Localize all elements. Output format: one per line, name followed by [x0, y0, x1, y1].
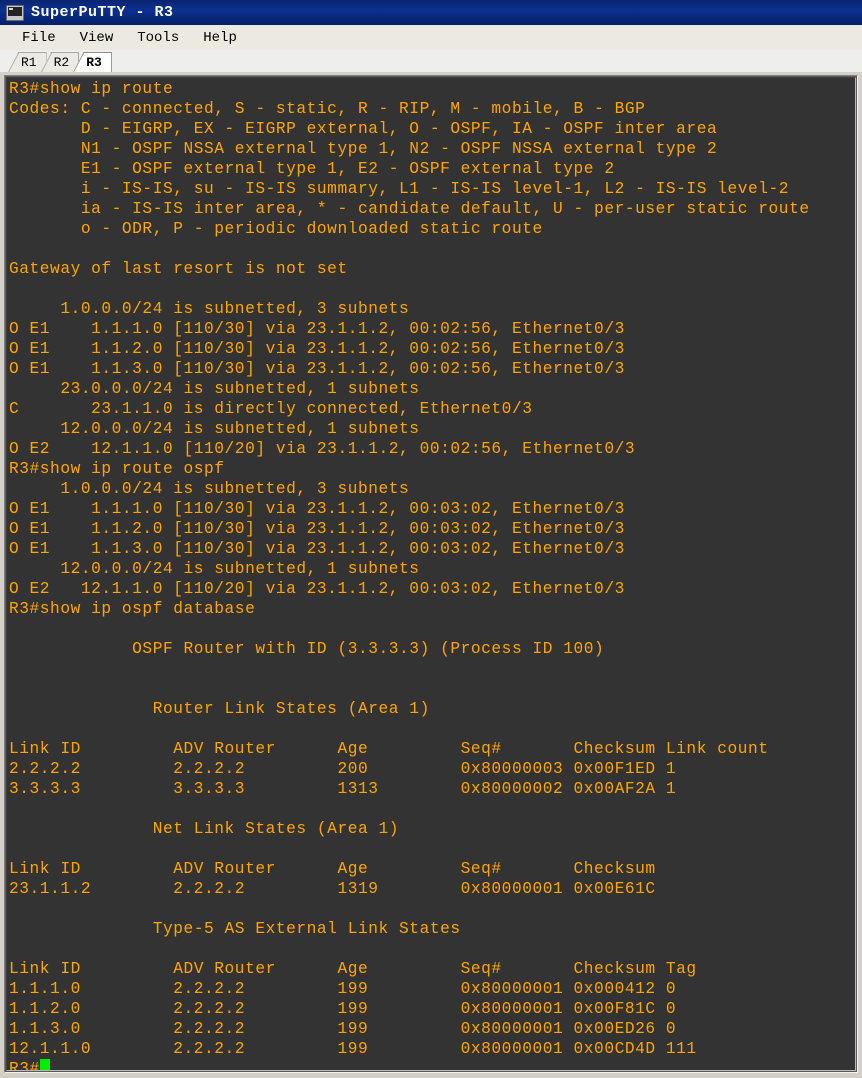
terminal-line: O E1 1.1.1.0 [110/30] via 23.1.1.2, 00:0…: [9, 320, 625, 338]
menu-bar: File View Tools Help: [0, 25, 862, 50]
menu-item-file[interactable]: File: [12, 28, 66, 48]
session-tab-bar: R1 R2 R3: [0, 50, 862, 72]
terminal-line: O E1 1.1.3.0 [110/30] via 23.1.1.2, 00:0…: [9, 540, 625, 558]
terminal-output[interactable]: R3#show ip route Codes: C - connected, S …: [7, 78, 855, 1070]
terminal-line: O E1 1.1.3.0 [110/30] via 23.1.1.2, 00:0…: [9, 360, 625, 378]
terminal-line: 1.1.2.0 2.2.2.2 199 0x80000001 0x00F81C …: [9, 1000, 677, 1018]
terminal-line: R3#show ip route ospf: [9, 460, 225, 478]
terminal-line: Link ID ADV Router Age Seq# Checksum: [9, 860, 656, 878]
menu-item-tools[interactable]: Tools: [127, 28, 189, 48]
terminal-line: 3.3.3.3 3.3.3.3 1313 0x80000002 0x00AF2A…: [9, 780, 677, 798]
terminal-line: o - ODR, P - periodic downloaded static …: [9, 220, 543, 238]
terminal-line: OSPF Router with ID (3.3.3.3) (Process I…: [9, 640, 605, 658]
terminal-line: ia - IS-IS inter area, * - candidate def…: [9, 200, 810, 218]
terminal-line: N1 - OSPF NSSA external type 1, N2 - OSP…: [9, 140, 718, 158]
terminal-line: 23.0.0.0/24 is subnetted, 1 subnets: [9, 380, 420, 398]
terminal-line: Router Link States (Area 1): [9, 700, 430, 718]
terminal-line: 12.1.1.0 2.2.2.2 199 0x80000001 0x00CD4D…: [9, 1040, 697, 1058]
menu-item-view[interactable]: View: [70, 28, 124, 48]
terminal-line: 12.0.0.0/24 is subnetted, 1 subnets: [9, 560, 420, 578]
terminal-line: 1.1.1.0 2.2.2.2 199 0x80000001 0x000412 …: [9, 980, 677, 998]
superputty-window: SuperPuTTY - R3 File View Tools Help R1 …: [0, 0, 862, 1078]
terminal-line: 2.2.2.2 2.2.2.2 200 0x80000003 0x00F1ED …: [9, 760, 677, 778]
terminal-line: Net Link States (Area 1): [9, 820, 400, 838]
window-title: SuperPuTTY - R3: [31, 4, 174, 21]
terminal-prompt: R3#: [9, 1060, 40, 1070]
terminal-line: O E1 1.1.1.0 [110/30] via 23.1.1.2, 00:0…: [9, 500, 625, 518]
terminal-line: 12.0.0.0/24 is subnetted, 1 subnets: [9, 420, 420, 438]
terminal-bevel-outer: R3#show ip route Codes: C - connected, S …: [4, 75, 858, 1073]
terminal-line: 1.0.0.0/24 is subnetted, 3 subnets: [9, 480, 410, 498]
terminal-line: R3#show ip route: [9, 80, 174, 98]
title-bar: SuperPuTTY - R3: [0, 0, 862, 25]
terminal-line: O E2 12.1.1.0 [110/20] via 23.1.1.2, 00:…: [9, 580, 625, 598]
terminal-line: Type-5 AS External Link States: [9, 920, 461, 938]
terminal-line: D - EIGRP, EX - EIGRP external, O - OSPF…: [9, 120, 718, 138]
terminal-cursor: [39, 1059, 50, 1070]
terminal-line: Link ID ADV Router Age Seq# Checksum Tag: [9, 960, 697, 978]
terminal-line: Link ID ADV Router Age Seq# Checksum Lin…: [9, 740, 769, 758]
terminal-prompt-line: R3#: [9, 1059, 855, 1070]
terminal-bevel-inner: R3#show ip route Codes: C - connected, S …: [6, 77, 856, 1071]
terminal-line: 23.1.1.2 2.2.2.2 1319 0x80000001 0x00E61…: [9, 880, 656, 898]
terminal-line: Gateway of last resort is not set: [9, 260, 348, 278]
terminal-frame: R3#show ip route Codes: C - connected, S …: [0, 72, 862, 1078]
terminal-line: E1 - OSPF external type 1, E2 - OSPF ext…: [9, 160, 615, 178]
terminal-line: O E1 1.1.2.0 [110/30] via 23.1.1.2, 00:0…: [9, 340, 625, 358]
terminal-line: i - IS-IS, su - IS-IS summary, L1 - IS-I…: [9, 180, 790, 198]
terminal-line: Codes: C - connected, S - static, R - RI…: [9, 100, 646, 118]
menu-item-help[interactable]: Help: [193, 28, 247, 48]
terminal-line: 1.1.3.0 2.2.2.2 199 0x80000001 0x00ED26 …: [9, 1020, 677, 1038]
terminal-line: 1.0.0.0/24 is subnetted, 3 subnets: [9, 300, 410, 318]
tab-r1[interactable]: R1: [8, 52, 47, 72]
terminal-window-icon: [6, 4, 24, 21]
terminal-line: C 23.1.1.0 is directly connected, Ethern…: [9, 400, 533, 418]
terminal-line: R3#show ip ospf database: [9, 600, 256, 618]
terminal-line: O E2 12.1.1.0 [110/20] via 23.1.1.2, 00:…: [9, 440, 636, 458]
terminal-line: O E1 1.1.2.0 [110/30] via 23.1.1.2, 00:0…: [9, 520, 625, 538]
